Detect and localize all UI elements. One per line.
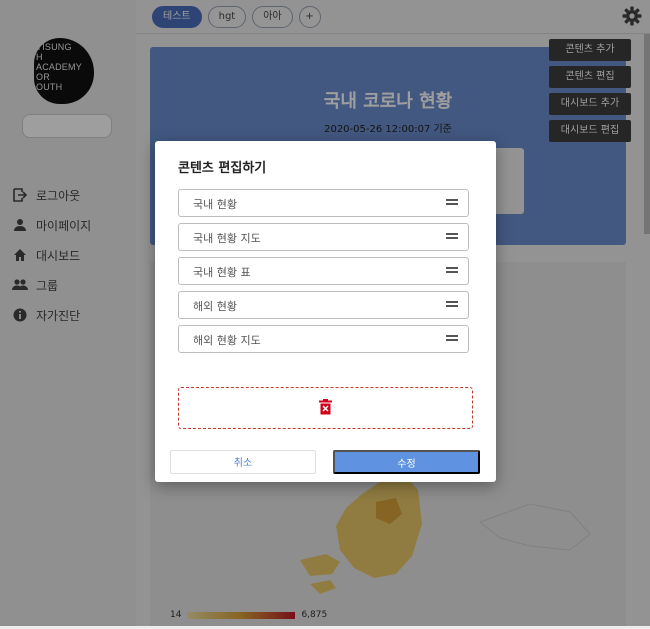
content-item[interactable]: 국내 현황 지도 [178, 223, 469, 251]
drag-handle-icon[interactable] [446, 301, 458, 307]
content-item[interactable]: 국내 현황 표 [178, 257, 469, 285]
cancel-button[interactable]: 취소 [170, 450, 316, 474]
drag-handle-icon[interactable] [446, 335, 458, 341]
content-item[interactable]: 해외 현황 [178, 291, 469, 319]
content-item-label: 해외 현황 지도 [193, 334, 261, 347]
content-item-label: 국내 현황 [193, 198, 237, 211]
content-item-label: 해외 현황 [193, 300, 237, 313]
edit-content-modal: 콘텐츠 편집하기 국내 현황 국내 현황 지도 국내 현황 표 해외 현황 해외… [155, 141, 496, 482]
trash-icon [319, 399, 332, 418]
drag-handle-icon[interactable] [446, 199, 458, 205]
content-item-label: 국내 현황 표 [193, 266, 251, 279]
modal-title: 콘텐츠 편집하기 [178, 161, 267, 176]
content-item[interactable]: 국내 현황 [178, 189, 469, 217]
content-item-label: 국내 현황 지도 [193, 232, 261, 245]
drag-handle-icon[interactable] [446, 267, 458, 273]
delete-drop-zone[interactable] [178, 387, 473, 429]
drag-handle-icon[interactable] [446, 233, 458, 239]
confirm-button[interactable]: 수정 [333, 450, 480, 474]
content-item[interactable]: 해외 현황 지도 [178, 325, 469, 353]
